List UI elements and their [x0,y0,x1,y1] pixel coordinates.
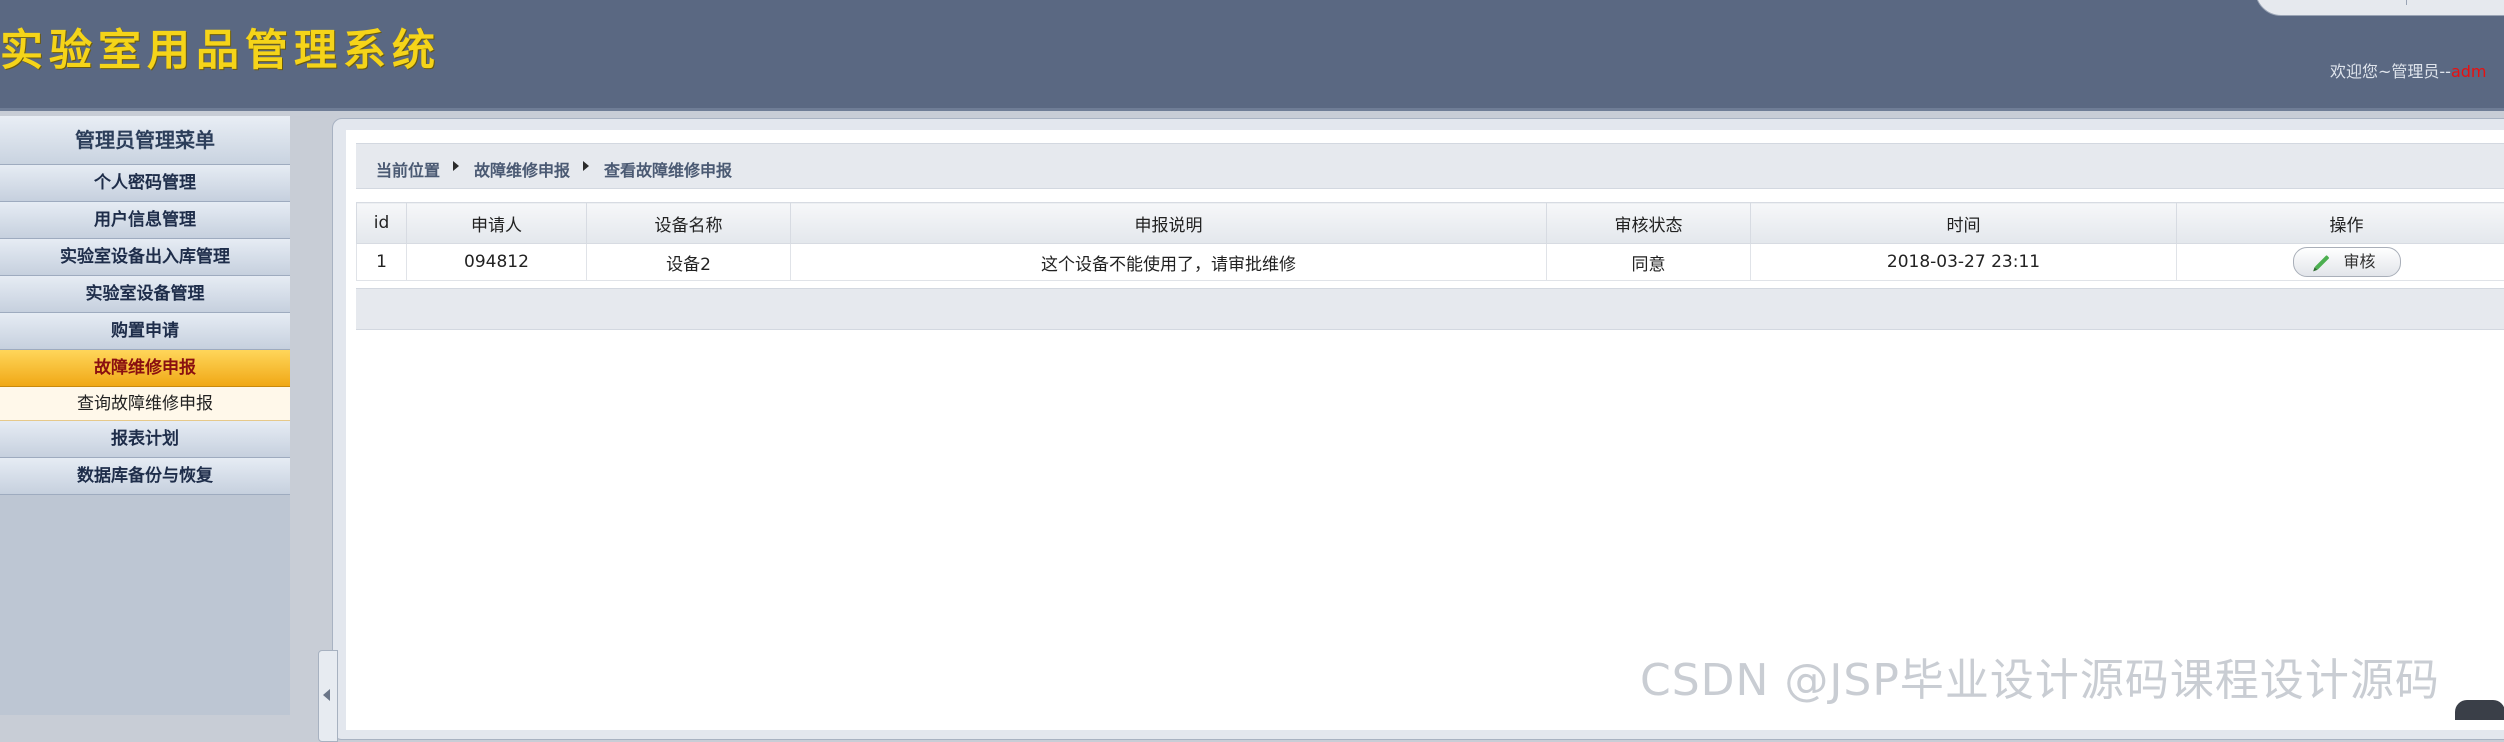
column-header-status: 审核状态 [1547,203,1751,244]
sidebar-item-equipment[interactable]: 实验室设备管理 [0,276,290,313]
sidebar-header: 管理员管理菜单 [0,116,290,165]
welcome-prefix: 欢迎您~管理员-- [2330,62,2451,81]
welcome-username: adm [2451,62,2487,81]
sidebar-item-password[interactable]: 个人密码管理 [0,165,290,202]
sidebar-item-users[interactable]: 用户信息管理 [0,202,290,239]
top-tab-separator [2406,0,2407,5]
sidebar-item-equipment-inout[interactable]: 实验室设备出入库管理 [0,239,290,276]
breadcrumb: 当前位置 故障维修申报 查看故障维修申报 [356,143,2504,189]
chevron-left-icon [323,689,330,701]
sidebar: 管理员管理菜单 个人密码管理 用户信息管理 实验室设备出入库管理 实验室设备管理… [0,116,290,715]
column-header-description: 申报说明 [791,203,1547,244]
pencil-icon [2314,255,2329,270]
audit-button[interactable]: 审核 [2293,247,2401,277]
corner-widget[interactable] [2455,700,2504,720]
app-title: 实验室用品管理系统 [0,16,441,78]
sidebar-item-fault-repair[interactable]: 故障维修申报 [0,350,290,387]
column-header-id: id [357,203,407,244]
table-footer-bar [356,288,2504,330]
table-header-row: id 申请人 设备名称 申报说明 审核状态 时间 操作 [357,203,2504,244]
top-links-tab [2255,0,2504,16]
cell-description: 这个设备不能使用了，请审批维修 [791,244,1547,281]
cell-action: 审核 [2177,244,2504,281]
sidebar-item-reports[interactable]: 报表计划 [0,421,290,458]
cell-time: 2018-03-27 23:11 [1751,244,2177,281]
breadcrumb-view-fault-repair: 查看故障维修申报 [604,157,732,181]
watermark-text: CSDN @JSP毕业设计源码课程设计源码 [1640,644,2440,708]
fault-repair-table: id 申请人 设备名称 申报说明 审核状态 时间 操作 1 094812 设备2… [356,202,2504,281]
cell-id: 1 [357,244,407,281]
cell-device: 设备2 [587,244,791,281]
breadcrumb-fault-repair[interactable]: 故障维修申报 [474,157,570,181]
column-header-time: 时间 [1751,203,2177,244]
sidebar-collapse-handle[interactable] [318,650,338,742]
table-row: 1 094812 设备2 这个设备不能使用了，请审批维修 同意 2018-03-… [357,244,2504,281]
audit-button-label: 审核 [2344,248,2376,276]
caret-right-icon [453,161,459,171]
column-header-device: 设备名称 [587,203,791,244]
sidebar-item-purchase[interactable]: 购置申请 [0,313,290,350]
cell-status: 同意 [1547,244,1751,281]
caret-right-icon [583,161,589,171]
breadcrumb-current-location: 当前位置 [376,157,440,181]
column-header-action: 操作 [2177,203,2504,244]
column-header-applicant: 申请人 [407,203,587,244]
app-header: 实验室用品管理系统 欢迎您~管理员--adm [0,0,2504,111]
welcome-text: 欢迎您~管理员--adm [2330,58,2487,82]
cell-applicant: 094812 [407,244,587,281]
sidebar-item-db-backup[interactable]: 数据库备份与恢复 [0,458,290,495]
sidebar-subitem-query-fault[interactable]: 查询故障维修申报 [0,387,290,421]
